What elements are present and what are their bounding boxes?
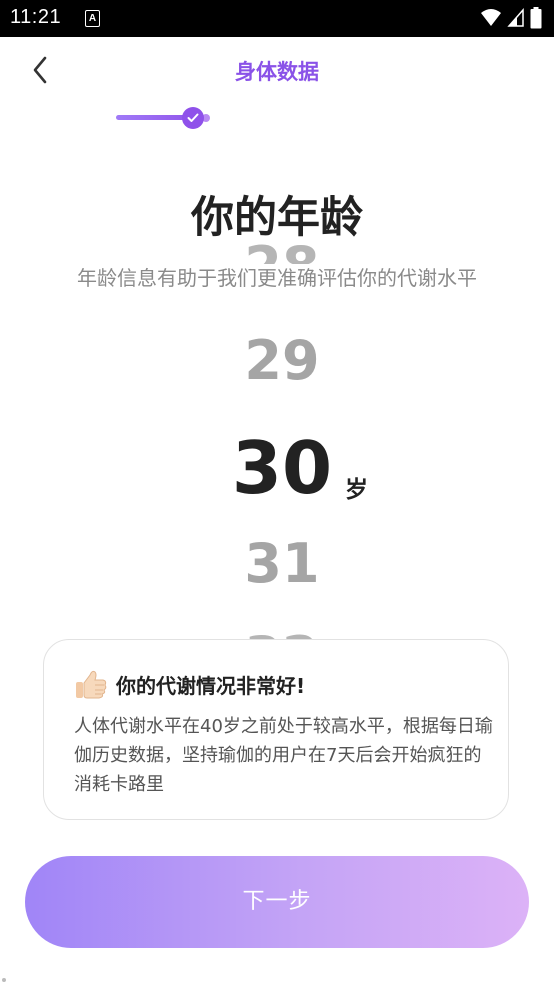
question-subtitle: 年龄信息有助于我们更准确评估你的代谢水平 [77,266,477,290]
picker-item-selected[interactable]: 30 [0,425,554,511]
progress-indicator [116,106,211,129]
corner-mark [2,978,6,982]
picker-item-next[interactable]: 31 [0,533,554,595]
page-title: 身体数据 [235,60,319,84]
picker-item-prev2[interactable]: 28 [0,222,554,264]
battery-icon [530,7,542,29]
card-body: 人体代谢水平在40岁之前处于较高水平，根据每日瑜伽历史数据，坚持瑜伽的用户在7天… [74,716,493,795]
next-button[interactable]: 下一步 [25,856,529,948]
cell-signal-icon [507,8,524,27]
status-bar: 11:21 A [0,0,554,37]
check-icon [187,113,199,122]
picker-item-prev[interactable]: 29 [0,330,554,392]
metabolism-info-card: 你的代谢情况非常好! 人体代谢水平在40岁之前处于较高水平，根据每日瑜伽历史数据… [43,639,509,820]
picker-item-next2[interactable]: 32 [0,626,554,640]
card-header: 你的代谢情况非常好! [74,668,305,700]
notification-icon: A [85,10,100,27]
thumbs-up-icon [76,670,107,699]
status-time: 11:21 [10,6,62,28]
card-title: 你的代谢情况非常好! [116,673,306,698]
wifi-icon [480,9,501,26]
age-unit: 岁 [345,477,368,503]
progress-knob [182,107,204,129]
status-icons [480,7,542,29]
